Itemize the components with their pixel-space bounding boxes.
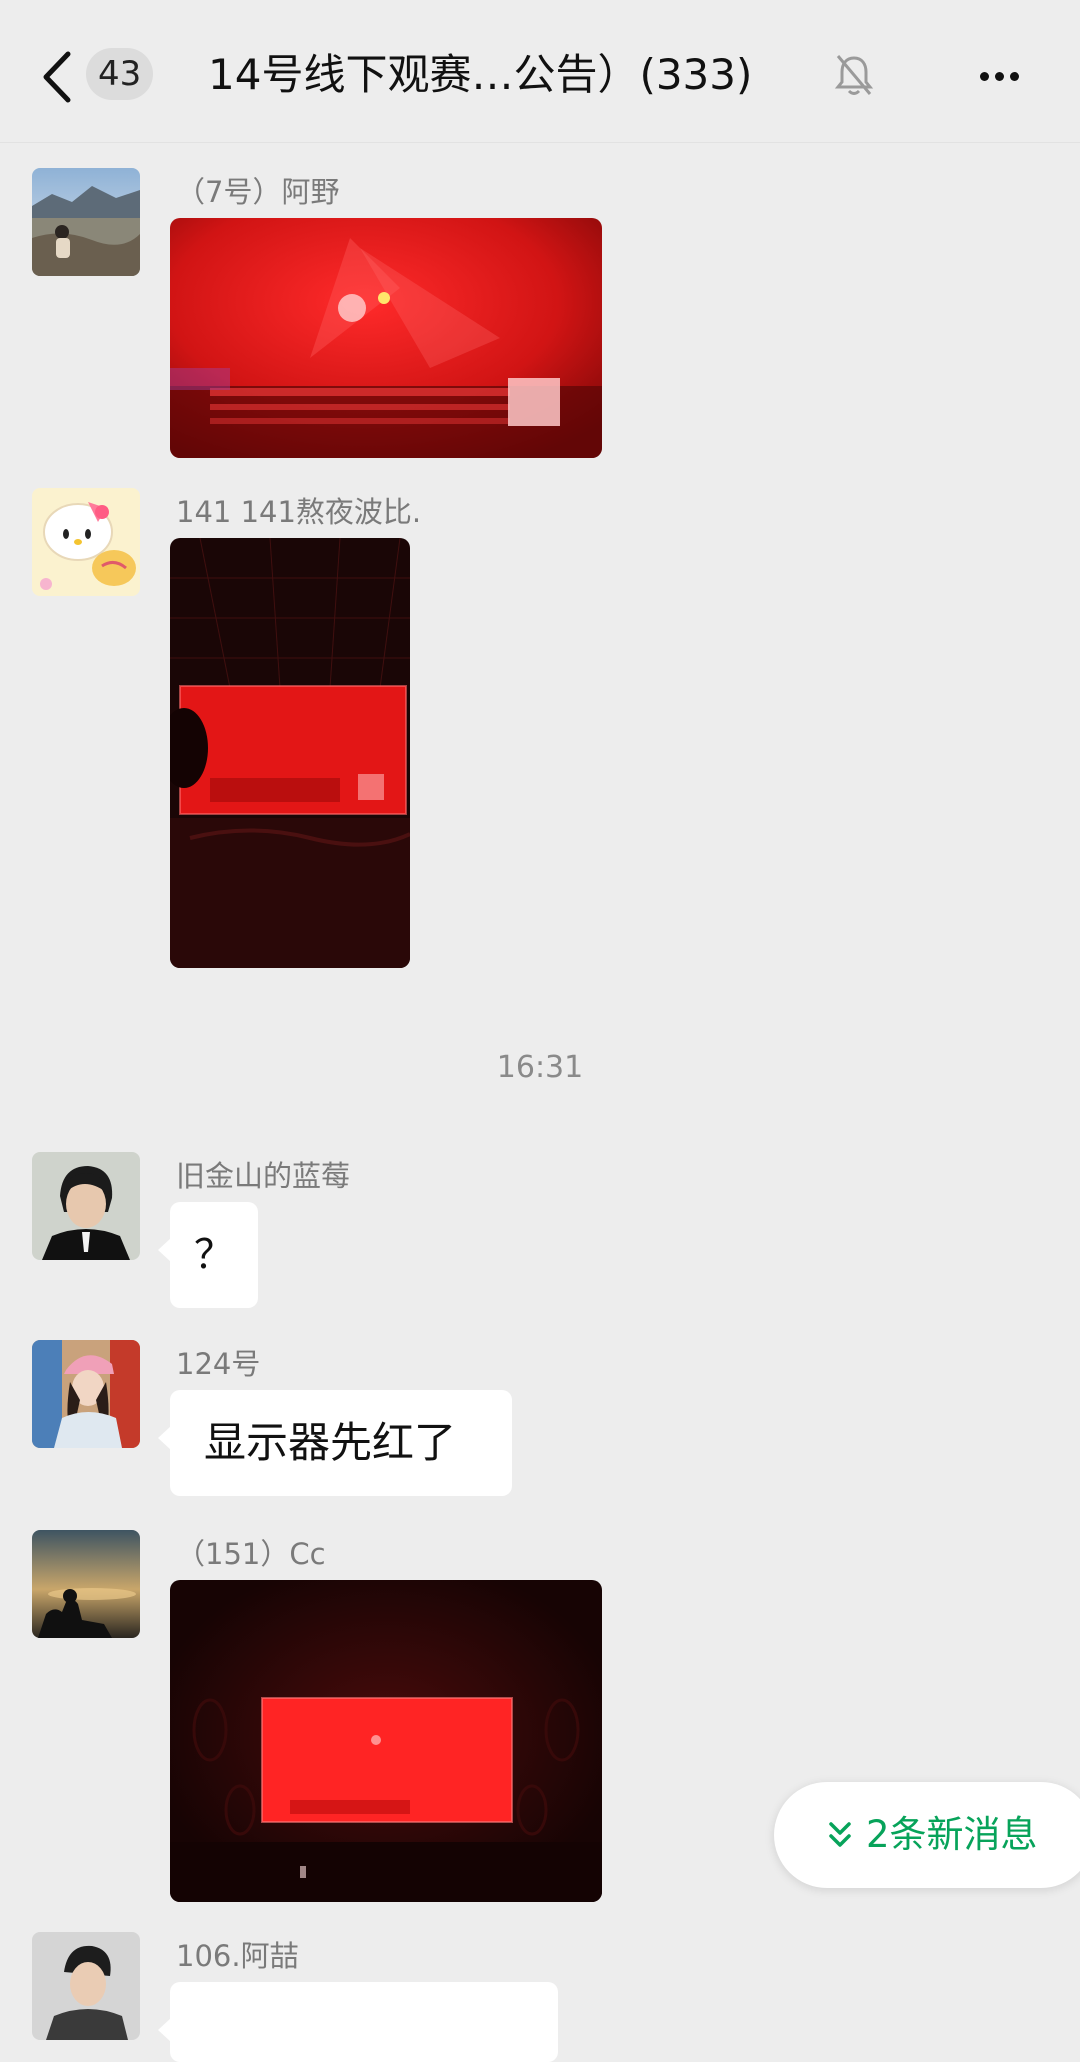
message-text: ？ <box>194 1232 234 1278</box>
text-message-bubble[interactable]: 显示器先红了 <box>158 1390 512 1496</box>
avatar[interactable] <box>32 1152 140 1260</box>
double-chevron-down-icon <box>829 1822 851 1847</box>
image-message[interactable] <box>170 1580 602 1902</box>
new-messages-label: 2条新消息 <box>866 1813 1038 1856</box>
bell-off-icon <box>834 55 874 95</box>
more-dots-icon <box>980 72 989 81</box>
more-options-button[interactable] <box>968 56 1028 96</box>
chevron-left-icon <box>43 51 71 103</box>
image-message[interactable] <box>170 218 602 458</box>
chat-title[interactable]: 14号线下观赛…公告）(333) <box>208 42 808 108</box>
sender-name: 旧金山的蓝莓 <box>176 1159 351 1193</box>
message-text: 显示器先红了 <box>204 1418 457 1467</box>
sender-name: 106.阿喆 <box>176 1939 299 1973</box>
sender-name: （7号）阿野 <box>176 175 340 209</box>
timestamp: 16:31 <box>496 1050 584 1085</box>
chat-header: 43 14号线下观赛…公告）(333) <box>0 0 1080 143</box>
text-message-bubble[interactable] <box>158 1982 558 2062</box>
sender-name: 141 141熬夜波比. <box>176 495 422 529</box>
new-messages-button[interactable]: 2条新消息 <box>774 1782 1080 1888</box>
avatar[interactable] <box>32 168 140 276</box>
avatar[interactable] <box>32 488 140 596</box>
sender-name: （151）Cc <box>176 1537 326 1571</box>
unread-count-badge[interactable]: 43 <box>86 48 154 100</box>
avatar[interactable] <box>32 1932 140 2040</box>
text-message-bubble[interactable]: ？ <box>158 1202 258 1308</box>
avatar[interactable] <box>32 1340 140 1448</box>
avatar[interactable] <box>32 1530 140 1638</box>
sender-name: 124号 <box>176 1347 261 1381</box>
image-message[interactable] <box>170 538 410 968</box>
